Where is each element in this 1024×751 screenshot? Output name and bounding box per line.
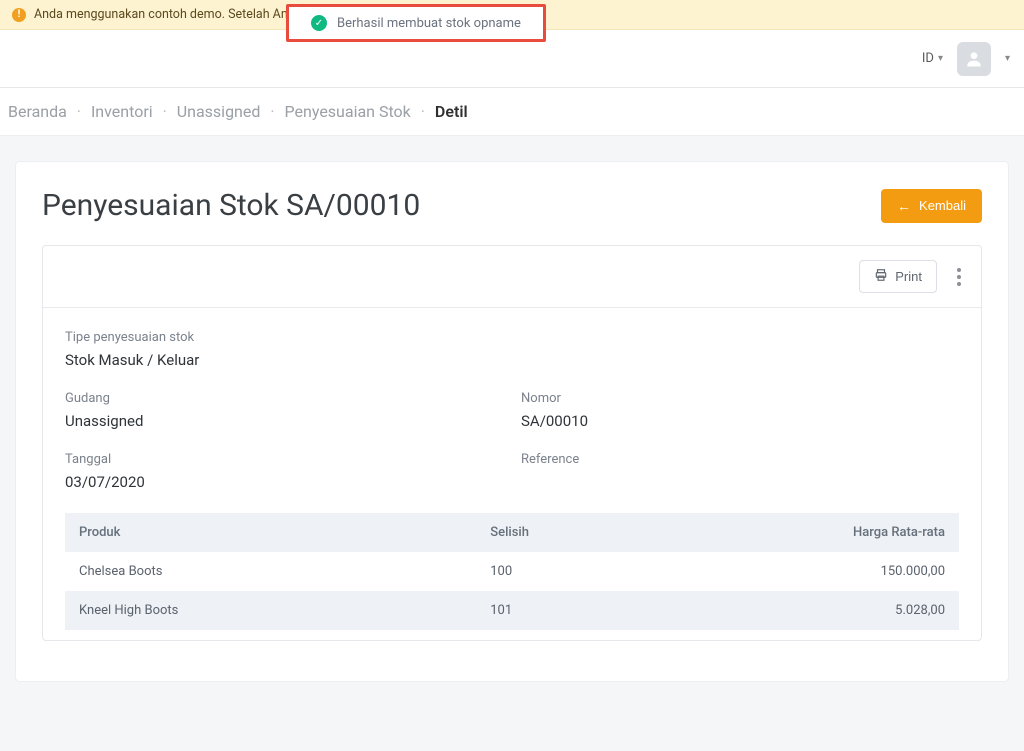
language-label: ID: [922, 51, 934, 66]
number-value: SA/00010: [521, 412, 959, 430]
cell-diff: 101: [476, 591, 717, 630]
breadcrumb-item[interactable]: Unassigned: [177, 102, 261, 121]
cell-avg: 150.000,00: [718, 552, 959, 591]
date-label: Tanggal: [65, 452, 503, 467]
breadcrumb-item[interactable]: Beranda: [8, 102, 67, 121]
chevron-down-icon: ▾: [938, 53, 943, 64]
table-row: Chelsea Boots 100 150.000,00: [65, 552, 959, 591]
success-toast: ✓ Berhasil membuat stok opname: [286, 4, 546, 42]
breadcrumb-item-active: Detil: [435, 102, 468, 121]
cell-avg: 5.028,00: [718, 591, 959, 630]
warning-icon: !: [12, 8, 26, 22]
user-avatar[interactable]: [957, 42, 991, 76]
adjust-type-value: Stok Masuk / Keluar: [65, 351, 959, 369]
language-selector[interactable]: ID ▾: [922, 51, 943, 66]
panel-toolbar: Print: [43, 246, 981, 308]
cell-diff: 100: [476, 552, 717, 591]
page-header: Penyesuaian Stok SA/00010 ← Kembali: [42, 162, 982, 245]
back-button[interactable]: ← Kembali: [881, 189, 982, 223]
detail-panel: Print Tipe penyesuaian stok Stok Masuk /…: [42, 245, 982, 641]
col-product: Produk: [65, 513, 476, 552]
breadcrumb-item[interactable]: Penyesuaian Stok: [285, 102, 411, 121]
panel-body: Tipe penyesuaian stok Stok Masuk / Kelua…: [43, 308, 981, 640]
cell-product: Kneel High Boots: [65, 591, 476, 630]
back-button-label: Kembali: [919, 198, 966, 213]
print-button-label: Print: [895, 269, 922, 284]
more-menu-button[interactable]: [953, 264, 965, 290]
cell-product: Chelsea Boots: [65, 552, 476, 591]
page-title: Penyesuaian Stok SA/00010: [42, 188, 420, 223]
printer-icon: [874, 268, 888, 285]
main-content: Penyesuaian Stok SA/00010 ← Kembali Prin: [0, 136, 1024, 707]
warehouse-value: Unassigned: [65, 412, 503, 430]
date-value: 03/07/2020: [65, 473, 503, 491]
user-icon: [964, 49, 984, 69]
adjustment-table: Produk Selisih Harga Rata-rata Chelsea B…: [65, 513, 959, 630]
col-diff: Selisih: [476, 513, 717, 552]
breadcrumb-item[interactable]: Inventori: [91, 102, 153, 121]
number-label: Nomor: [521, 391, 959, 406]
col-avg: Harga Rata-rata: [718, 513, 959, 552]
toast-message: Berhasil membuat stok opname: [337, 16, 521, 31]
adjust-type-label: Tipe penyesuaian stok: [65, 330, 959, 345]
table-row: Kneel High Boots 101 5.028,00: [65, 591, 959, 630]
chevron-down-icon[interactable]: ▾: [1005, 53, 1010, 64]
print-button[interactable]: Print: [859, 260, 937, 293]
warehouse-label: Gudang: [65, 391, 503, 406]
reference-label: Reference: [521, 452, 959, 467]
arrow-left-icon: ←: [897, 198, 911, 214]
breadcrumb: Beranda · Inventori · Unassigned · Penye…: [0, 88, 1024, 136]
card: Penyesuaian Stok SA/00010 ← Kembali Prin: [16, 162, 1008, 681]
check-circle-icon: ✓: [311, 15, 327, 31]
